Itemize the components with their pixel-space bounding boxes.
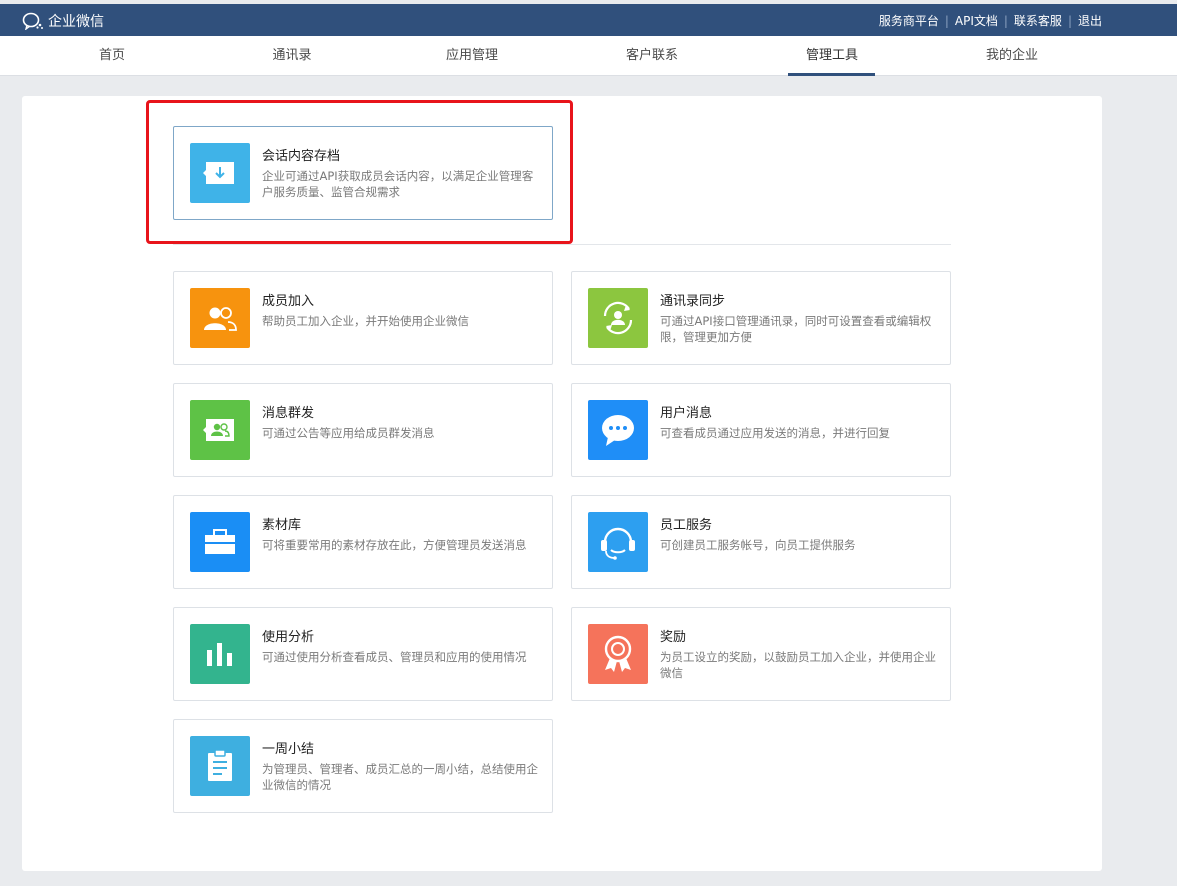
bar-chart-icon: [190, 624, 250, 684]
link-logout[interactable]: 退出: [1078, 12, 1102, 29]
tab-management-tools[interactable]: 管理工具: [772, 36, 892, 76]
contacts-sync-icon: [588, 288, 648, 348]
tool-title: 通讯录同步: [660, 294, 726, 309]
award-medal-icon: [588, 624, 648, 684]
tab-home[interactable]: 首页: [52, 36, 172, 76]
headset-icon: [588, 512, 648, 572]
link-separator: |: [1003, 13, 1008, 28]
tool-description: 可将重要常用的素材存放在此，方便管理员发送消息: [262, 538, 527, 552]
tab-customer-contact[interactable]: 客户联系: [592, 36, 712, 76]
link-contact-support[interactable]: 联系客服: [1014, 12, 1062, 29]
top-bar: 企业微信 服务商平台 | API文档 | 联系客服 | 退出: [0, 4, 1177, 36]
tool-card-usage-analysis[interactable]: 使用分析 可通过使用分析查看成员、管理员和应用的使用情况: [173, 607, 553, 701]
tool-card-weekly-summary[interactable]: 一周小结 为管理员、管理者、成员汇总的一周小结，总结使用企业微信的情况: [173, 719, 553, 813]
tool-description: 可通过公告等应用给成员群发消息: [262, 426, 435, 440]
tool-title: 使用分析: [262, 630, 315, 645]
tool-card-members-join[interactable]: 成员加入 帮助员工加入企业，并开始使用企业微信: [173, 271, 553, 365]
tool-title: 消息群发: [262, 406, 315, 421]
main-nav: 首页 通讯录 应用管理 客户联系 管理工具 我的企业: [0, 36, 1177, 76]
tab-my-enterprise[interactable]: 我的企业: [952, 36, 1072, 76]
tool-card-contacts-sync[interactable]: 通讯录同步 可通过API接口管理通讯录，同时可设置查看或编辑权限，管理更加方便: [571, 271, 951, 365]
top-links: 服务商平台 | API文档 | 联系客服 | 退出: [879, 12, 1102, 29]
link-service-platform[interactable]: 服务商平台: [879, 12, 939, 29]
brand-logo[interactable]: 企业微信: [22, 11, 104, 31]
tab-app-management[interactable]: 应用管理: [412, 36, 532, 76]
link-api-docs[interactable]: API文档: [955, 12, 998, 29]
tool-description: 可查看成员通过应用发送的消息，并进行回复: [660, 426, 890, 440]
tool-description: 帮助员工加入企业，并开始使用企业微信: [262, 314, 469, 328]
clipboard-icon: [190, 736, 250, 796]
tool-card-employee-service[interactable]: 员工服务 可创建员工服务帐号，向员工提供服务: [571, 495, 951, 589]
brand-name: 企业微信: [48, 14, 104, 30]
tool-title: 用户消息: [660, 406, 713, 421]
tool-title: 一周小结: [262, 742, 315, 757]
tab-contacts[interactable]: 通讯录: [232, 36, 352, 76]
tool-description: 为员工设立的奖励，以鼓励员工加入企业，并使用企业微信: [660, 650, 936, 680]
active-tab-indicator: [788, 73, 875, 76]
chat-bubble-icon: [588, 400, 648, 460]
tool-title: 员工服务: [660, 518, 713, 533]
briefcase-icon: [190, 512, 250, 572]
link-separator: |: [1067, 13, 1072, 28]
link-separator: |: [944, 13, 949, 28]
tool-description: 可通过使用分析查看成员、管理员和应用的使用情况: [262, 650, 527, 664]
tool-card-user-messages[interactable]: 用户消息 可查看成员通过应用发送的消息，并进行回复: [571, 383, 951, 477]
broadcast-message-icon: [190, 400, 250, 460]
wechat-work-logo-icon: [22, 12, 43, 30]
tool-title: 成员加入: [262, 294, 315, 309]
tool-title: 素材库: [262, 518, 302, 533]
section-divider: [173, 244, 951, 245]
tools-panel: 会话内容存档 企业可通过API获取成员会话内容，以满足企业管理客户服务质量、监管…: [22, 96, 1102, 871]
tool-description: 可创建员工服务帐号，向员工提供服务: [660, 538, 856, 552]
tool-description: 为管理员、管理者、成员汇总的一周小结，总结使用企业微信的情况: [262, 762, 538, 792]
tool-card-rewards[interactable]: 奖励 为员工设立的奖励，以鼓励员工加入企业，并使用企业微信: [571, 607, 951, 701]
tool-card-broadcast[interactable]: 消息群发 可通过公告等应用给成员群发消息: [173, 383, 553, 477]
tool-description: 可通过API接口管理通讯录，同时可设置查看或编辑权限，管理更加方便: [660, 314, 932, 344]
members-join-icon: [190, 288, 250, 348]
highlight-annotation-box: [146, 100, 573, 244]
tool-title: 奖励: [660, 630, 687, 645]
tool-card-material-library[interactable]: 素材库 可将重要常用的素材存放在此，方便管理员发送消息: [173, 495, 553, 589]
